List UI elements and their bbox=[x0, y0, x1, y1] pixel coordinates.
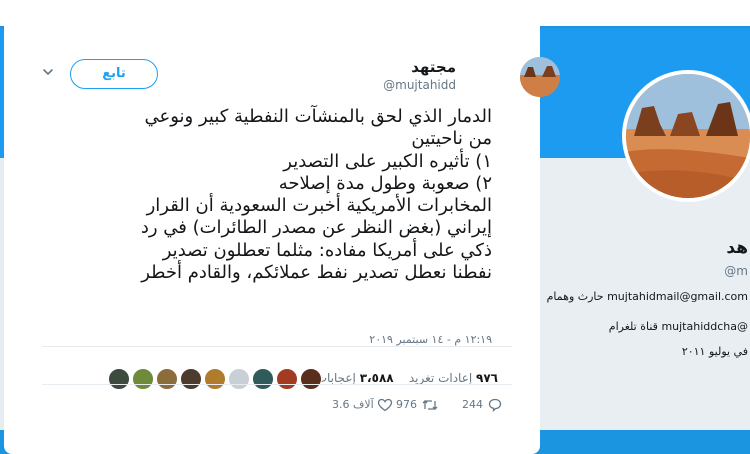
like-count: 3.6 آلاف bbox=[332, 398, 374, 411]
profile-name: هد bbox=[726, 238, 748, 258]
author-handle[interactable]: @mujtahidd bbox=[383, 78, 456, 92]
retweet-action[interactable]: 976 bbox=[396, 397, 439, 413]
divider bbox=[42, 384, 512, 385]
retweet-icon[interactable] bbox=[421, 397, 439, 413]
retweets-label[interactable]: إعادات تغريد bbox=[409, 371, 472, 385]
like-action[interactable]: 3.6 آلاف bbox=[332, 397, 393, 413]
desert-landscape-image bbox=[626, 74, 750, 198]
tweet-line: المخابرات الأمريكية أخبرت السعودية أن ال… bbox=[146, 195, 492, 217]
liker-avatar[interactable] bbox=[132, 368, 154, 390]
heart-icon[interactable] bbox=[377, 397, 393, 413]
retweet-count: 976 bbox=[396, 398, 417, 411]
author-name[interactable]: مجتهد bbox=[411, 58, 456, 76]
reply-icon[interactable] bbox=[487, 397, 503, 413]
tweet-line: إيراني (بغض النظر عن مصدر الطائرات) في ر… bbox=[140, 217, 492, 239]
tweet-card: تابع مجتهد @mujtahidd الدمار الذي لحق با… bbox=[4, 14, 560, 454]
follow-button[interactable]: تابع bbox=[70, 59, 158, 89]
liker-avatar[interactable] bbox=[108, 368, 130, 390]
author-avatar[interactable] bbox=[520, 57, 560, 97]
liker-avatar[interactable] bbox=[204, 368, 226, 390]
profile-joined-date: في يوليو ٢٠١١ bbox=[681, 345, 748, 358]
tweet-timestamp[interactable]: ١٢:١٩ م - ١٤ سبتمبر ٢٠١٩ bbox=[369, 333, 492, 346]
chevron-down-icon[interactable] bbox=[42, 66, 54, 78]
profile-bio-email: mujtahidmail@gmail.com حارث وهمام bbox=[546, 290, 748, 303]
profile-telegram-link[interactable]: @mujtahiddcha قناة تلغرام bbox=[609, 320, 748, 333]
liker-avatar[interactable] bbox=[252, 368, 274, 390]
divider bbox=[42, 346, 512, 347]
tweet-stats: ٩٧٦ إعادات تغريد ٣،٥٨٨ إعجابات bbox=[316, 371, 498, 385]
liker-avatar[interactable] bbox=[300, 368, 322, 390]
author-avatar-image bbox=[520, 57, 560, 97]
tweet-line: نفطنا نعطل تصدير نفط عملائكم، والقادم أخ… bbox=[141, 262, 492, 284]
reply-action[interactable]: 244 bbox=[462, 397, 503, 413]
liker-avatar[interactable] bbox=[180, 368, 202, 390]
profile-avatar[interactable] bbox=[622, 70, 750, 202]
profile-handle: @m bbox=[724, 264, 748, 278]
liker-avatar[interactable] bbox=[228, 368, 250, 390]
tweet-line: ١) تأثيره الكبير على التصدير bbox=[283, 150, 492, 172]
retweets-count[interactable]: ٩٧٦ bbox=[476, 371, 498, 385]
tweet-line: ذكي على أمريكا مفاده: مثلما تعطلون تصدير bbox=[162, 239, 492, 261]
liker-avatar[interactable] bbox=[156, 368, 178, 390]
liker-avatar[interactable] bbox=[276, 368, 298, 390]
tweet-line: من ناحيتين bbox=[411, 128, 492, 150]
reply-count: 244 bbox=[462, 398, 483, 411]
tweet-line: الدمار الذي لحق بالمنشآت النفطية كبير ون… bbox=[144, 106, 492, 127]
tweet-text: الدمار الذي لحق بالمنشآت النفطية كبير ون… bbox=[32, 106, 492, 284]
tweet-line: ٢) صعوبة وطول مدة إصلاحه bbox=[278, 172, 492, 194]
likes-count[interactable]: ٣،٥٨٨ bbox=[360, 371, 394, 385]
